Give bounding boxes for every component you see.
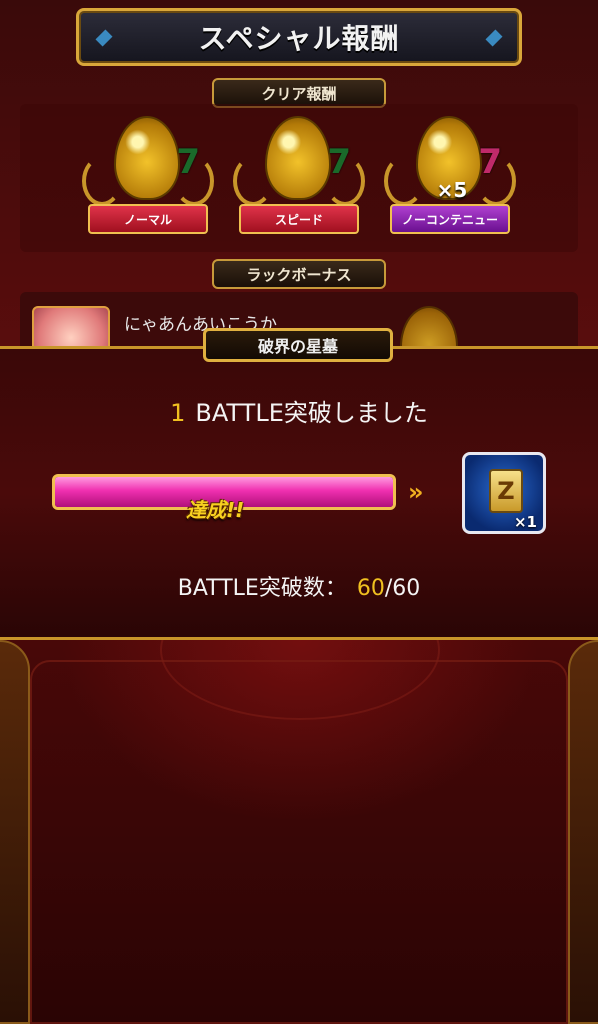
right-frame-ornament — [568, 640, 598, 1024]
seven-badge-icon: 7 — [327, 142, 351, 182]
quest-name-label: 破界の星墓 — [203, 328, 393, 362]
reward-ribbon-label: スピード — [239, 204, 359, 234]
reward-ribbon-label: ノーコンテニュー — [390, 204, 510, 234]
battle-count-label: BATTLE突破数： — [177, 576, 347, 601]
golden-egg-icon — [265, 116, 331, 200]
reward-quantity: ×1 — [513, 513, 537, 531]
left-frame-ornament — [0, 640, 30, 1024]
inner-frame-decoration — [30, 660, 568, 1024]
gem-icon — [95, 29, 113, 47]
golden-egg-icon — [114, 116, 180, 200]
luck-bonus-label: ラックボーナス — [212, 259, 386, 289]
reward-item-box[interactable]: Z ×1 — [462, 452, 546, 534]
reward-speed[interactable]: 7 スピード — [231, 112, 367, 252]
arrow-right-icon: » — [408, 478, 423, 506]
seven-badge-icon: 7 — [478, 142, 502, 182]
battle-message-text: BATTLE突破しました — [195, 399, 428, 427]
battle-count-current: 60 — [356, 576, 385, 601]
page-title: スペシャル報酬 — [198, 22, 400, 55]
battle-number: 1 — [170, 399, 186, 427]
scroll-icon: Z — [489, 469, 523, 513]
gem-icon — [485, 29, 503, 47]
achieved-label: 達成!! — [186, 498, 245, 522]
battle-cleared-message: 1 BATTLE突破しました — [0, 393, 598, 428]
reward-normal[interactable]: 7 ノーマル — [80, 112, 216, 252]
seven-badge-icon: 7 — [176, 142, 200, 182]
reward-ribbon-label: ノーマル — [88, 204, 208, 234]
reward-multiplier: ×5 — [436, 178, 468, 202]
reward-no-continue[interactable]: 7 ×5 ノーコンテニュー — [382, 112, 518, 252]
battle-count-line: BATTLE突破数： 60/60 — [0, 570, 598, 602]
title-banner: スペシャル報酬 — [76, 8, 522, 66]
battle-count-total: /60 — [384, 576, 421, 601]
